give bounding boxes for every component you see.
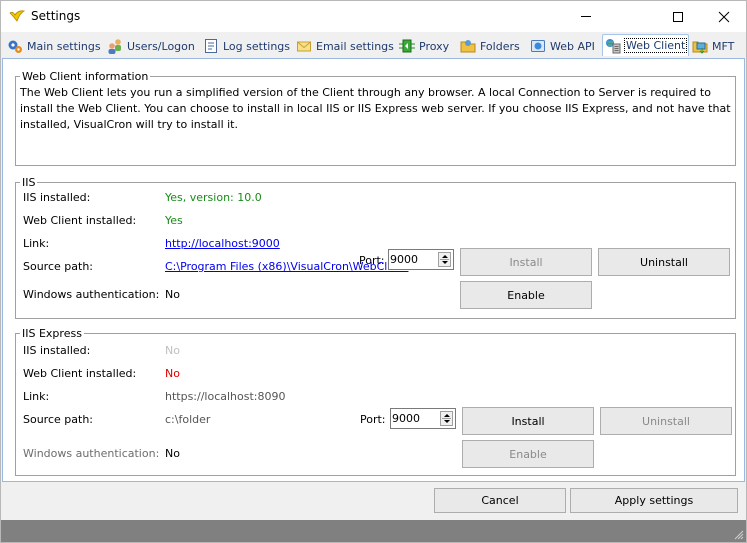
close-icon <box>718 11 730 22</box>
web-client-icon <box>606 38 621 53</box>
iisx-enable-button[interactable]: Enable <box>462 440 594 468</box>
iis-installed-value: Yes, version: 10.0 <box>165 191 262 204</box>
users-icon <box>108 39 121 54</box>
iis-enable-button[interactable]: Enable <box>460 281 592 309</box>
iis-uninstall-button[interactable]: Uninstall <box>598 248 730 276</box>
iis-port-stepper[interactable] <box>388 249 454 270</box>
gears-icon <box>8 40 22 53</box>
iisx-link-value: https://localhost:8090 <box>165 390 286 403</box>
iisx-source-path-value: c:\folder <box>165 413 211 426</box>
tab-web-client[interactable]: Web Client <box>602 34 690 56</box>
cancel-button[interactable]: Cancel <box>434 488 566 513</box>
apply-settings-button[interactable]: Apply settings <box>570 488 738 513</box>
spin-up-icon <box>444 414 450 417</box>
spin-down-icon <box>442 261 448 264</box>
iis-installed-label: IIS installed: <box>23 191 91 204</box>
title-bar: Settings <box>1 1 746 32</box>
iisx-windows-auth-value: No <box>165 447 180 460</box>
iis-port-spin-arrows[interactable] <box>438 252 451 267</box>
web-client-info-text: The Web Client lets you run a simplified… <box>20 86 731 131</box>
iis-source-path-label: Source path: <box>23 260 93 273</box>
window-title: Settings <box>31 9 81 23</box>
tab-web-api[interactable]: Web API <box>530 36 595 56</box>
spin-up-icon <box>442 255 448 258</box>
tab-users-logon[interactable]: Users/Logon <box>107 36 195 56</box>
iis-legend: IIS <box>22 176 36 189</box>
web-client-panel: Web Client information The Web Client le… <box>2 58 745 482</box>
envelope-icon <box>297 41 311 52</box>
iis-link[interactable]: http://localhost:9000 <box>165 237 280 250</box>
iis-link-label: Link: <box>23 237 50 250</box>
iisx-windows-auth-label: Windows authentication: <box>23 447 160 460</box>
iisx-port-spin-arrows[interactable] <box>440 411 453 426</box>
iisx-installed-label: IIS installed: <box>23 344 91 357</box>
iis-express-legend: IIS Express <box>22 327 82 340</box>
log-document-icon <box>205 39 217 53</box>
mft-icon <box>692 41 708 54</box>
tab-mft[interactable]: MFT <box>692 36 734 56</box>
iisx-webclient-installed-label: Web Client installed: <box>23 367 137 380</box>
iisx-source-path-label: Source path: <box>23 413 93 426</box>
web-client-info-legend: Web Client information <box>22 70 149 83</box>
folder-gear-icon <box>460 40 476 53</box>
visualcron-logo-icon <box>9 10 25 22</box>
settings-tabs: Main settings Users/Logon Log settings E… <box>1 32 746 58</box>
web-api-icon <box>531 40 545 52</box>
iis-webclient-installed-value: Yes <box>165 214 183 227</box>
tab-log-settings[interactable]: Log settings <box>203 36 290 56</box>
maximize-icon <box>673 11 683 22</box>
iis-windows-auth-label: Windows authentication: <box>23 288 160 301</box>
iisx-port-label: Port: <box>360 413 386 426</box>
proxy-icon <box>399 39 415 53</box>
iis-port-input[interactable] <box>389 250 435 269</box>
maximize-button[interactable] <box>655 1 701 32</box>
tab-email-settings[interactable]: Email settings <box>296 36 394 56</box>
tab-folders[interactable]: Folders <box>460 36 520 56</box>
status-bar <box>1 520 746 542</box>
iisx-link-label: Link: <box>23 390 50 403</box>
close-button[interactable] <box>701 1 747 32</box>
minimize-button[interactable] <box>563 1 609 32</box>
dialog-footer: Cancel Apply settings <box>1 482 746 520</box>
iis-webclient-installed-label: Web Client installed: <box>23 214 137 227</box>
minimize-icon <box>581 16 591 17</box>
tab-main-settings[interactable]: Main settings <box>7 36 101 56</box>
tab-proxy[interactable]: Proxy <box>399 36 449 56</box>
settings-window: Settings Main settings Users/Logon Log s… <box>0 0 747 543</box>
iisx-install-button[interactable]: Install <box>462 407 594 435</box>
spin-down-icon <box>444 420 450 423</box>
iisx-port-stepper[interactable] <box>390 408 456 429</box>
iis-source-path-link[interactable]: C:\Program Files (x86)\VisualCron\WebCli… <box>165 260 408 273</box>
iisx-webclient-installed-value: No <box>165 367 180 380</box>
iis-install-button[interactable]: Install <box>460 248 592 276</box>
iisx-port-input[interactable] <box>391 409 437 428</box>
iisx-uninstall-button[interactable]: Uninstall <box>600 407 732 435</box>
iisx-installed-value: No <box>165 344 180 357</box>
iis-windows-auth-value: No <box>165 288 180 301</box>
resize-grip-icon[interactable] <box>734 530 744 540</box>
